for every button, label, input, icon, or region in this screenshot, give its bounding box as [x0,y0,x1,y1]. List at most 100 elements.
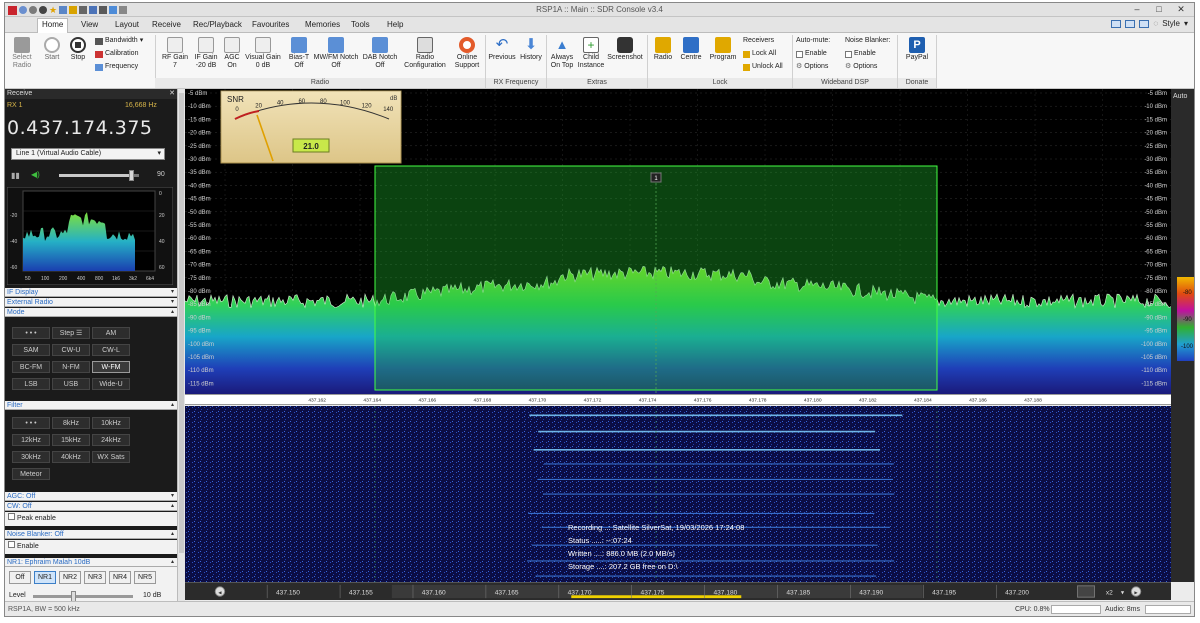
speaker-icon[interactable]: ◀) [31,170,40,179]
filter-button[interactable]: 40kHz [52,451,90,463]
visual-gain-button[interactable]: Visual Gain 0 dB [243,37,283,70]
noise-blanker-enable-checkbox[interactable] [8,541,15,548]
cw-section[interactable]: CW: Off ▴ [5,502,177,511]
zoom-icon[interactable] [1077,585,1095,598]
nr-button[interactable]: NR3 [84,571,106,584]
auto-label[interactable]: Auto [1173,93,1187,100]
dab-notch-button[interactable]: DAB Notch Off [361,37,399,70]
tab-favourites[interactable]: Favourites [248,19,293,30]
if-display-section[interactable]: IF Display ▾ [5,288,177,297]
zoom-value[interactable]: x2 [1106,589,1113,596]
layout-icon-2[interactable] [1125,19,1136,28]
frequency-display[interactable]: 0.437.174.375 [7,117,153,139]
filter-section[interactable]: Filter ▴ [5,401,177,410]
nr-button[interactable]: Off [9,571,31,584]
calibration-button[interactable]: Calibration [95,50,138,58]
mode-section[interactable]: Mode ▴ [5,308,177,317]
close-icon[interactable]: ✕ [169,89,175,99]
mode-button[interactable]: CW-U [52,344,90,356]
auto-mute-options[interactable]: ⚙ Options [796,63,828,71]
tab-rec-playback[interactable]: Rec/Playback [189,19,246,30]
noise-blanker-enable-row[interactable]: Enable [5,540,177,554]
style-button[interactable]: Style [1162,19,1180,28]
start-button[interactable]: Start [41,37,63,62]
chevron-down-icon[interactable]: ▾ [1184,19,1188,28]
rf-gain-button[interactable]: RF Gain 7 [159,37,191,70]
waterfall-display[interactable]: Recording ..: Satellite SilverSat, 19/03… [185,406,1171,582]
scroll-thumb[interactable] [179,93,184,553]
spectrum-display[interactable]: 1 -5 dBm-10 dBm-15 dBm-20 dBm-25 dBm-30 … [185,89,1171,394]
mode-button[interactable]: N-FM [52,361,90,373]
minimize-icon[interactable]: – [1126,3,1148,16]
tab-tools[interactable]: Tools [347,19,374,30]
noise-blanker-enable[interactable]: Enable [845,50,876,58]
lock-all-button[interactable]: Lock All [743,50,776,58]
mode-button[interactable]: • • • [12,327,50,339]
filter-button[interactable]: 8kHz [52,417,90,429]
agc-section[interactable]: AGC: Off ▾ [5,492,177,501]
maximize-icon[interactable]: □ [1148,3,1170,16]
frequency-button[interactable]: Frequency [95,63,138,71]
filter-button[interactable]: 24kHz [92,434,130,446]
mode-button[interactable]: Step ☰ [52,327,90,339]
mode-button[interactable]: LSB [12,378,50,390]
child-instance-button[interactable]: + Child Instance [577,37,605,70]
tab-help[interactable]: Help [383,19,407,30]
radio-configuration-button[interactable]: Radio Configuration [401,37,449,70]
noise-reduction-section[interactable]: NR1: Ephraim Malah 10dB ▴ [5,558,177,567]
filter-button[interactable]: 30kHz [12,451,50,463]
chevron-down-icon[interactable]: ▾ [1121,589,1125,596]
auto-mute-checkbox[interactable] [796,50,803,58]
paypal-button[interactable]: P PayPal [901,37,933,62]
online-support-button[interactable]: Online Support [451,37,483,70]
history-button[interactable]: ⬇ History [517,37,545,62]
mwfm-notch-button[interactable]: MW/FM Notch Off [311,37,361,70]
mode-button[interactable]: AM [92,327,130,339]
noise-blanker-checkbox[interactable] [845,50,852,58]
filter-button[interactable]: 15kHz [52,434,90,446]
filter-button[interactable]: WX Sats [92,451,130,463]
external-radio-section[interactable]: External Radio ▾ [5,298,177,307]
peak-enable-checkbox[interactable] [8,513,15,520]
nr-button[interactable]: NR2 [59,571,81,584]
tab-home[interactable]: Home [37,18,69,33]
level-slider[interactable] [33,591,133,602]
layout-icon-1[interactable] [1111,19,1122,28]
overview-frequency-axis[interactable]: ◂ 437.150 437.155 437.160 437.165 437.170 437… [185,582,1171,600]
tab-view[interactable]: View [77,19,102,30]
mode-button[interactable]: W-FM [92,361,130,373]
volume-slider[interactable] [59,170,139,181]
stop-button[interactable]: Stop [67,37,89,62]
lock-centre-button[interactable]: Centre [677,37,705,62]
volume-thumb[interactable] [129,170,134,181]
filter-button[interactable]: • • • [12,417,50,429]
help-icon[interactable]: ◌ [1153,19,1158,28]
mode-button[interactable]: CW-L [92,344,130,356]
noise-blanker-options[interactable]: ⚙ Options [845,63,877,71]
bandwidth-button[interactable]: Bandwidth ▾ [95,37,143,45]
nr-button[interactable]: NR1 [34,571,56,584]
peak-enable-row[interactable]: Peak enable [5,512,177,526]
lock-program-button[interactable]: Program [707,37,739,62]
select-radio-button[interactable]: Select Radio [9,37,35,70]
lock-radio-button[interactable]: Radio [650,37,676,62]
auto-mute-enable[interactable]: Enable [796,50,827,58]
nr-button[interactable]: NR5 [134,571,156,584]
bias-t-button[interactable]: Bias-T Off [287,37,311,70]
mode-button[interactable]: BC-FM [12,361,50,373]
previous-button[interactable]: ↶ Previous [487,37,517,62]
screenshot-button[interactable]: Screenshot [605,37,645,62]
tab-layout[interactable]: Layout [111,19,143,30]
left-panel-scrollbar[interactable] [177,89,185,609]
mode-button[interactable]: USB [52,378,90,390]
filter-button[interactable]: Meteor [12,468,50,480]
mode-button[interactable]: SAM [12,344,50,356]
filter-button[interactable]: 10kHz [92,417,130,429]
unlock-all-button[interactable]: Unlock All [743,63,783,71]
close-icon[interactable]: ✕ [1170,3,1192,16]
agc-button[interactable]: AGC On [221,37,243,70]
mode-button[interactable]: Wide-U [92,378,130,390]
if-gain-button[interactable]: IF Gain -20 dB [191,37,221,70]
always-on-top-button[interactable]: ▲ Always On Top [548,37,576,70]
filter-button[interactable]: 12kHz [12,434,50,446]
